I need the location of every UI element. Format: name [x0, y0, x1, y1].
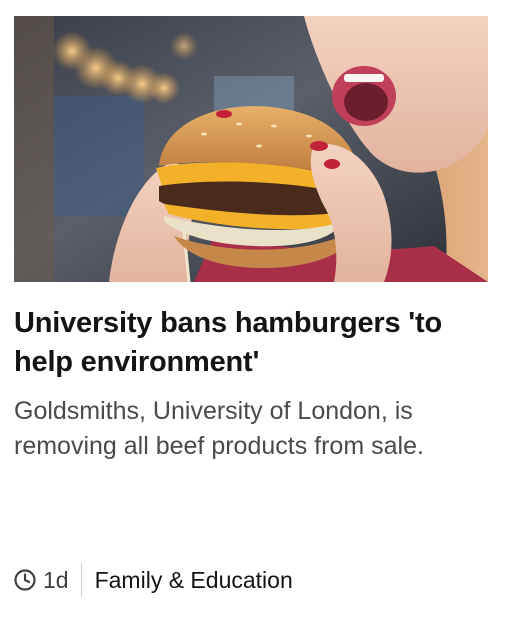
section-link[interactable]: Family & Education [95, 567, 293, 594]
article-headline[interactable]: University bans hamburgers 'to help envi… [14, 304, 488, 382]
meta-divider [80, 563, 82, 597]
timestamp: 1d [43, 566, 69, 593]
article-summary: Goldsmiths, University of London, is rem… [14, 397, 424, 460]
article-meta: 1d Family & Education [14, 562, 293, 598]
news-card[interactable]: University bans hamburgers 'to help envi… [14, 16, 488, 464]
clock-icon [14, 569, 36, 591]
hamburger-photo [14, 16, 488, 282]
article-image[interactable] [14, 16, 488, 282]
